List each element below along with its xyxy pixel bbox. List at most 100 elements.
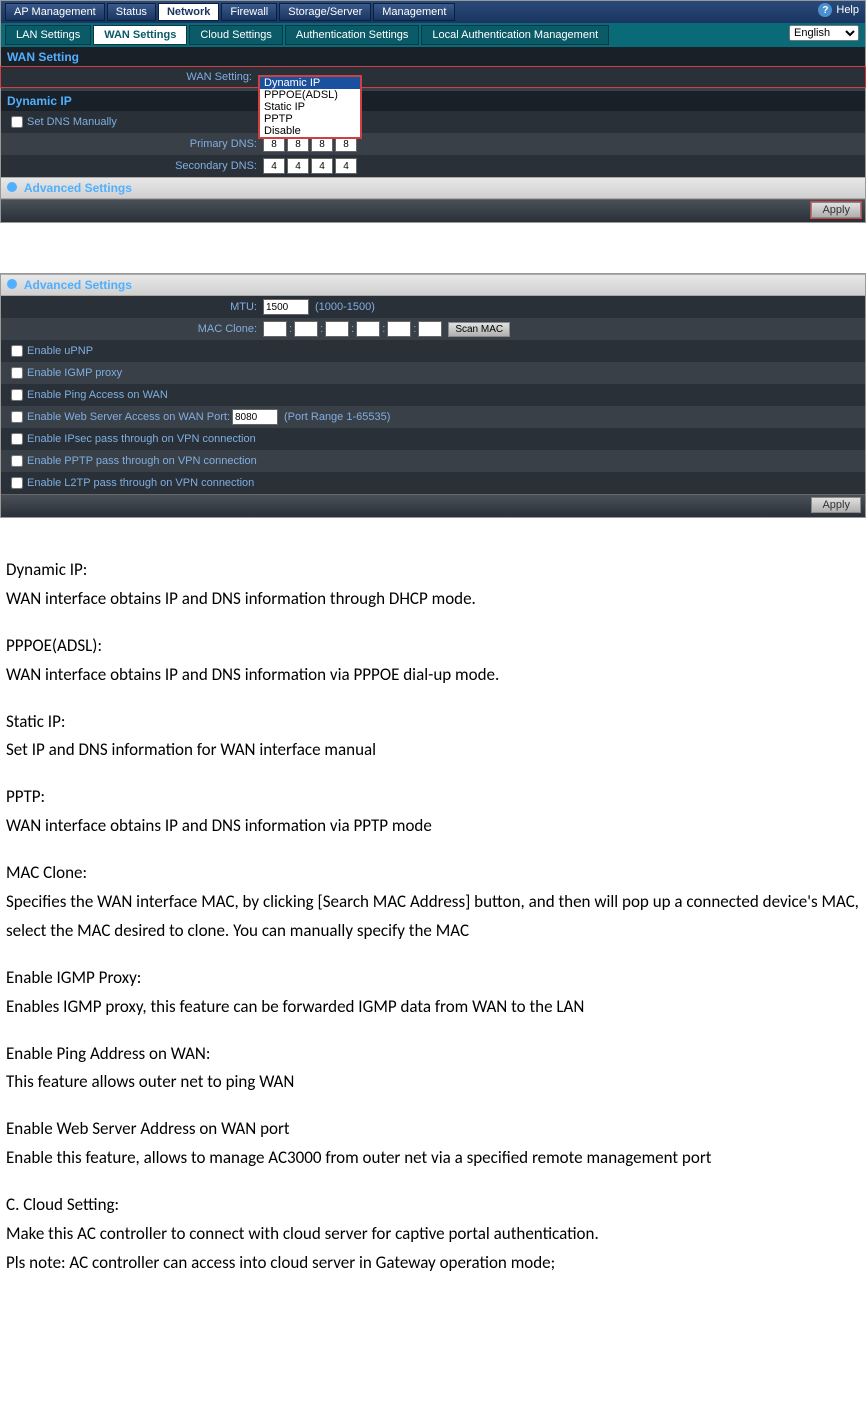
dd-opt-disable[interactable]: Disable <box>260 125 360 137</box>
web-port-hint: (Port Range 1-65535) <box>284 411 390 423</box>
chk-igmp[interactable] <box>11 367 23 379</box>
subtab-lan-settings[interactable]: LAN Settings <box>5 25 91 45</box>
doc-dynamic-ip-title: Dynamic IP: <box>6 556 860 585</box>
apply-button-2[interactable]: Apply <box>811 497 861 513</box>
collapse-icon <box>7 279 17 289</box>
chk-web-port[interactable] <box>11 411 23 423</box>
help-link[interactable]: ? Help <box>818 3 859 17</box>
tab-management[interactable]: Management <box>373 3 455 21</box>
doc-ping-title: Enable Ping Address on WAN: <box>6 1040 860 1069</box>
documentation-text: Dynamic IP: WAN interface obtains IP and… <box>0 528 866 1298</box>
dd-opt-dynamic-ip[interactable]: Dynamic IP <box>260 77 360 89</box>
doc-igmp-title: Enable IGMP Proxy: <box>6 964 860 993</box>
doc-pptp-body: WAN interface obtains IP and DNS informa… <box>6 812 860 841</box>
doc-static-ip-title: Static IP: <box>6 708 860 737</box>
doc-mac-clone-body: Specifies the WAN interface MAC, by clic… <box>6 888 860 946</box>
tab-status[interactable]: Status <box>107 3 156 21</box>
screenshot-advanced-settings: Advanced Settings MTU: (1000-1500) MAC C… <box>0 273 866 518</box>
doc-igmp-body: Enables IGMP proxy, this feature can be … <box>6 993 860 1022</box>
subtab-local-auth-mgmt[interactable]: Local Authentication Management <box>421 25 609 45</box>
dd-opt-pppoe[interactable]: PPPOE(ADSL) <box>260 89 360 101</box>
doc-dynamic-ip-body: WAN interface obtains IP and DNS informa… <box>6 585 860 614</box>
wan-setting-label: WAN Setting: <box>2 71 258 83</box>
secondary-dns-1[interactable] <box>263 158 285 174</box>
advanced-settings-label-2: Advanced Settings <box>24 278 132 292</box>
lbl-ping: Enable Ping Access on WAN <box>27 389 168 401</box>
apply-button[interactable]: Apply <box>811 202 861 218</box>
row-mac-clone: MAC Clone: : : : : : Scan MAC <box>1 318 865 340</box>
mac-4[interactable] <box>356 321 380 337</box>
doc-cloud-body2: Pls note: AC controller can access into … <box>6 1249 860 1278</box>
row-primary-dns: Primary DNS: <box>1 133 865 155</box>
language-dropdown[interactable]: English <box>789 25 859 41</box>
secondary-dns-label: Secondary DNS: <box>7 160 263 172</box>
doc-mac-clone-title: MAC Clone: <box>6 859 860 888</box>
footer-bar: Apply <box>1 199 865 222</box>
doc-pppoe-title: PPPOE(ADSL): <box>6 632 860 661</box>
mac-5[interactable] <box>387 321 411 337</box>
tab-firewall[interactable]: Firewall <box>221 3 277 21</box>
section-dynamic-ip: Dynamic IP <box>1 91 865 111</box>
web-port-input[interactable] <box>232 409 278 425</box>
expand-icon <box>7 182 17 192</box>
row-web-port: Enable Web Server Access on WAN Port: (P… <box>1 406 865 428</box>
row-upnp: Enable uPNP <box>1 340 865 362</box>
subtab-auth-settings[interactable]: Authentication Settings <box>285 25 420 45</box>
chk-pptp[interactable] <box>11 455 23 467</box>
section-wan-setting: WAN Setting <box>1 47 865 67</box>
chk-set-dns-manually[interactable] <box>11 116 23 128</box>
chk-ping[interactable] <box>11 389 23 401</box>
mac-3[interactable] <box>325 321 349 337</box>
subtab-wan-settings[interactable]: WAN Settings <box>93 25 187 45</box>
doc-webserver-body: Enable this feature, allows to manage AC… <box>6 1144 860 1173</box>
doc-ping-body: This feature allows outer net to ping WA… <box>6 1068 860 1097</box>
lbl-pptp: Enable PPTP pass through on VPN connecti… <box>27 455 257 467</box>
chk-upnp[interactable] <box>11 345 23 357</box>
secondary-dns-2[interactable] <box>287 158 309 174</box>
row-mtu: MTU: (1000-1500) <box>1 296 865 318</box>
mtu-hint: (1000-1500) <box>315 301 375 313</box>
language-select[interactable]: English <box>789 25 859 41</box>
lbl-ipsec: Enable IPsec pass through on VPN connect… <box>27 433 256 445</box>
dd-opt-pptp[interactable]: PPTP <box>260 113 360 125</box>
mac-2[interactable] <box>294 321 318 337</box>
doc-pptp-title: PPTP: <box>6 783 860 812</box>
chk-l2tp[interactable] <box>11 477 23 489</box>
row-l2tp: Enable L2TP pass through on VPN connecti… <box>1 472 865 494</box>
mac-clone-label: MAC Clone: <box>7 323 263 335</box>
mtu-label: MTU: <box>7 301 263 313</box>
top-nav: AP Management Status Network Firewall St… <box>1 1 865 23</box>
doc-static-ip-body: Set IP and DNS information for WAN inter… <box>6 736 860 765</box>
lbl-set-dns-manually: Set DNS Manually <box>27 116 117 128</box>
scan-mac-button[interactable]: Scan MAC <box>448 322 510 337</box>
mac-6[interactable] <box>418 321 442 337</box>
tab-storage-server[interactable]: Storage/Server <box>279 3 371 21</box>
section-advanced-settings[interactable]: Advanced Settings <box>1 177 865 199</box>
subtab-cloud-settings[interactable]: Cloud Settings <box>189 25 283 45</box>
lbl-igmp: Enable IGMP proxy <box>27 367 122 379</box>
lbl-web-port: Enable Web Server Access on WAN Port: <box>27 411 230 423</box>
wan-setting-dropdown[interactable]: Dynamic IP PPPOE(ADSL) Static IP PPTP Di… <box>258 75 362 139</box>
row-ipsec: Enable IPsec pass through on VPN connect… <box>1 428 865 450</box>
tab-network[interactable]: Network <box>158 3 219 21</box>
row-pptp: Enable PPTP pass through on VPN connecti… <box>1 450 865 472</box>
secondary-dns-4[interactable] <box>335 158 357 174</box>
row-set-dns-manually: Set DNS Manually <box>1 111 865 133</box>
help-label: Help <box>836 4 859 16</box>
mac-1[interactable] <box>263 321 287 337</box>
dd-opt-static-ip[interactable]: Static IP <box>260 101 360 113</box>
screenshot-wan-setting: AP Management Status Network Firewall St… <box>0 0 866 223</box>
doc-cloud-body1: Make this AC controller to connect with … <box>6 1220 860 1249</box>
secondary-dns-3[interactable] <box>311 158 333 174</box>
sub-nav: LAN Settings WAN Settings Cloud Settings… <box>1 23 865 47</box>
lbl-l2tp: Enable L2TP pass through on VPN connecti… <box>27 477 254 489</box>
wan-panel: WAN Setting WAN Setting: Dynamic IP PPPO… <box>1 47 865 222</box>
doc-webserver-title: Enable Web Server Address on WAN port <box>6 1115 860 1144</box>
chk-ipsec[interactable] <box>11 433 23 445</box>
section-advanced-settings-2[interactable]: Advanced Settings <box>1 274 865 296</box>
doc-pppoe-body: WAN interface obtains IP and DNS informa… <box>6 661 860 690</box>
mtu-input[interactable] <box>263 299 309 315</box>
tab-ap-management[interactable]: AP Management <box>5 3 105 21</box>
advanced-panel: Advanced Settings MTU: (1000-1500) MAC C… <box>1 274 865 517</box>
row-ping: Enable Ping Access on WAN <box>1 384 865 406</box>
